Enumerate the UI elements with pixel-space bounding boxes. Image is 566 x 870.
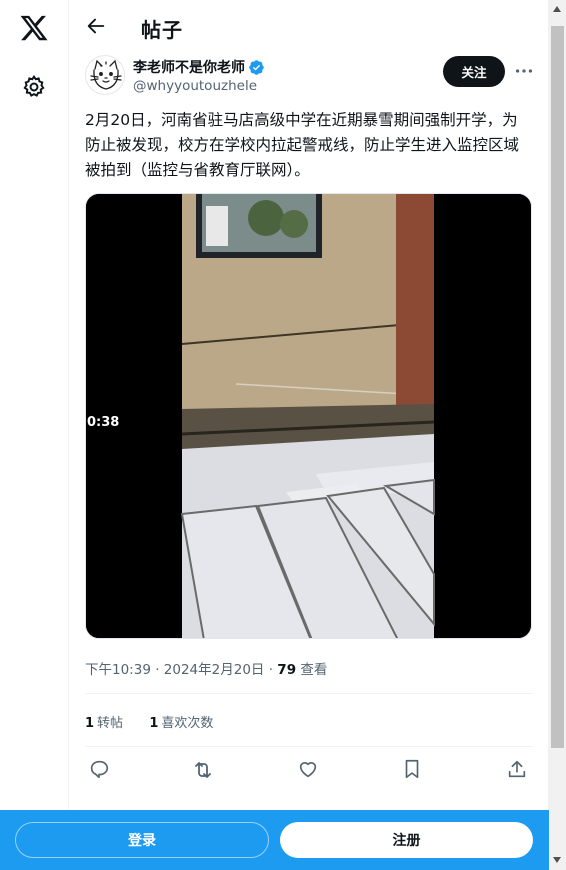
video-duration: 0:38 xyxy=(87,415,120,430)
tweet-timestamp[interactable]: 下午10:39 · 2024年2月20日 xyxy=(85,662,264,678)
divider xyxy=(85,746,533,747)
tweet-actions xyxy=(85,758,533,784)
gear-icon[interactable] xyxy=(21,74,47,100)
likes-label: 喜欢次数 xyxy=(161,716,214,731)
follow-button[interactable]: 关注 xyxy=(443,56,505,87)
author-name[interactable]: 李老师不是你老师 xyxy=(133,57,265,77)
bookmark-icon[interactable] xyxy=(401,758,425,782)
retweets-stat[interactable]: 1 转帖 xyxy=(85,716,123,731)
page-title: 帖子 xyxy=(141,18,183,42)
likes-count: 1 xyxy=(149,716,159,731)
video-frame xyxy=(86,194,531,638)
views-label: 查看 xyxy=(300,662,328,678)
reply-icon[interactable] xyxy=(88,758,112,782)
divider xyxy=(85,693,533,694)
tweet-text: 2月20日，河南省驻马店高级中学在近期暴雪期间强制开学，为防止被发现，校方在学校… xyxy=(85,111,520,179)
retweets-count: 1 xyxy=(85,716,95,731)
author-handle[interactable]: @whyyoutouzhele xyxy=(133,78,257,94)
more-options-icon[interactable] xyxy=(513,60,535,82)
signup-button[interactable]: 注册 xyxy=(280,822,533,858)
arrow-left-icon[interactable] xyxy=(85,15,107,37)
scroll-up-arrow-icon[interactable] xyxy=(553,6,561,12)
page-header: 帖子 xyxy=(70,0,549,54)
like-icon[interactable] xyxy=(297,758,321,782)
retweets-label: 转帖 xyxy=(97,716,124,731)
scrollbar[interactable] xyxy=(549,0,566,870)
author-name-text[interactable]: 李老师不是你老师 xyxy=(133,57,245,77)
tweet-meta: 下午10:39 · 2024年2月20日 · 79 查看 xyxy=(85,658,327,678)
scrollbar-thumb[interactable] xyxy=(551,26,564,748)
retweet-icon[interactable] xyxy=(191,758,215,782)
tweet-stats: 1 转帖 1 喜欢次数 xyxy=(85,712,213,731)
verified-badge-icon xyxy=(248,59,265,76)
login-button[interactable]: 登录 xyxy=(15,822,269,858)
views-count: 79 xyxy=(277,662,297,678)
bottom-login-bar: 登录 注册 xyxy=(0,810,549,870)
x-logo-icon[interactable] xyxy=(19,13,49,43)
main-column: 帖子 李老师不是你老师 @whyyoutouzhele 关注 2月20日，河南省… xyxy=(70,0,549,870)
left-nav xyxy=(0,0,69,870)
likes-stat[interactable]: 1 喜欢次数 xyxy=(149,716,213,731)
video-player[interactable] xyxy=(85,193,532,639)
avatar[interactable] xyxy=(85,55,125,95)
share-icon[interactable] xyxy=(506,758,530,782)
meta-separator: · xyxy=(268,662,278,678)
scroll-down-arrow-icon[interactable] xyxy=(553,857,561,863)
